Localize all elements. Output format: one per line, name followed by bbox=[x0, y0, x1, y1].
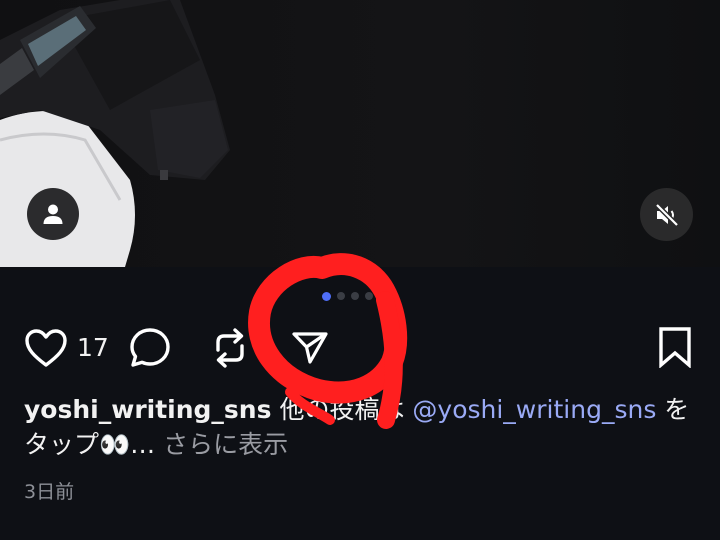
carousel-dot bbox=[322, 291, 331, 301]
mute-toggle-button[interactable] bbox=[640, 188, 693, 241]
caption-text: 他の投稿は bbox=[271, 395, 413, 424]
share-button[interactable] bbox=[282, 320, 338, 376]
caption-username[interactable]: yoshi_writing_sns bbox=[24, 395, 272, 424]
heart-icon bbox=[25, 329, 67, 367]
carousel-indicator bbox=[322, 290, 401, 302]
carousel-dot bbox=[351, 292, 359, 300]
comment-bubble-icon bbox=[130, 328, 170, 367]
paper-plane-icon bbox=[292, 332, 328, 364]
like-button[interactable] bbox=[20, 322, 72, 374]
repost-icon bbox=[216, 328, 244, 368]
show-more-link[interactable]: さらに表示 bbox=[155, 430, 288, 459]
post-timestamp: 3日前 bbox=[24, 481, 75, 503]
post-screen: 17 yoshi_writing_sns 他の投稿は @yoshi_writin… bbox=[0, 0, 720, 540]
repost-button[interactable] bbox=[204, 322, 256, 374]
save-button[interactable] bbox=[650, 320, 700, 374]
caption-mention-link[interactable]: @yoshi_writing_sns bbox=[412, 395, 656, 424]
post-media[interactable] bbox=[0, 0, 720, 267]
tag-people-button[interactable] bbox=[27, 188, 79, 240]
bookmark-icon bbox=[659, 327, 691, 368]
post-caption: yoshi_writing_sns 他の投稿は @yoshi_writing_s… bbox=[24, 392, 700, 462]
like-count: 17 bbox=[77, 333, 109, 362]
carousel-dot bbox=[365, 292, 373, 300]
comment-button[interactable] bbox=[124, 322, 176, 374]
speaker-muted-icon bbox=[654, 202, 679, 227]
media-frame-image bbox=[0, 0, 720, 267]
carousel-dot bbox=[391, 294, 395, 298]
carousel-dot bbox=[379, 293, 385, 299]
person-icon bbox=[43, 204, 63, 224]
carousel-dot bbox=[337, 292, 345, 300]
